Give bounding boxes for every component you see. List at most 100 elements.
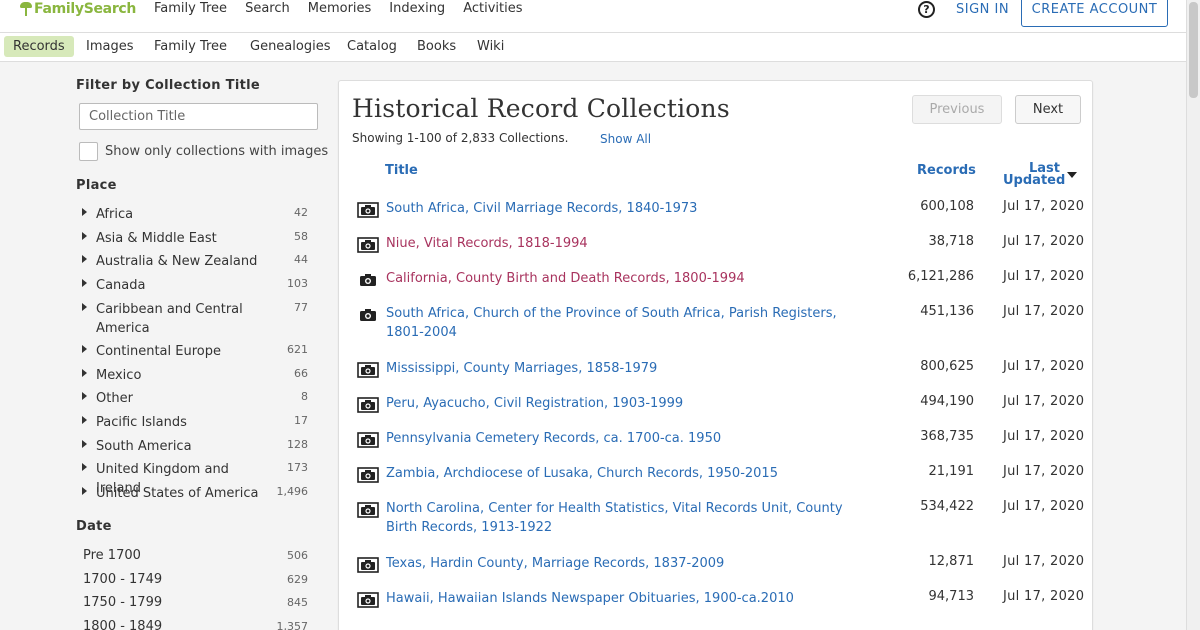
page-scrollbar[interactable] <box>1186 0 1200 630</box>
date-heading: Date <box>76 519 112 534</box>
place-count: 128 <box>287 438 308 451</box>
collections-panel: Historical Record Collections Previous N… <box>338 80 1093 630</box>
collection-title-link[interactable]: Peru, Ayacucho, Civil Registration, 1903… <box>386 394 876 413</box>
expand-icon <box>82 416 87 424</box>
record-count: 368,735 <box>920 429 974 444</box>
record-count: 12,871 <box>928 554 975 569</box>
date-count: 506 <box>287 549 308 562</box>
collection-title-link[interactable]: Zambia, Archdiocese of Lusaka, Church Re… <box>386 464 876 483</box>
images-only-toggle[interactable]: Show only collections with images <box>79 142 328 161</box>
collection-title-link[interactable]: Mississippi, County Marriages, 1858-1979 <box>386 359 876 378</box>
record-count: 494,190 <box>920 394 974 409</box>
camera-framed-icon <box>357 202 379 222</box>
record-count: 600,108 <box>920 199 974 214</box>
scrollbar-thumb[interactable] <box>1189 2 1198 98</box>
date-filter-item[interactable]: Pre 1700 506 <box>83 548 308 563</box>
date-filter-item[interactable]: 1700 - 1749 629 <box>83 572 308 587</box>
place-name: Continental Europe <box>96 344 221 359</box>
date-count: 845 <box>287 596 308 609</box>
place-name: Australia & New Zealand <box>96 254 258 269</box>
place-count: 173 <box>287 461 308 474</box>
expand-icon <box>82 440 87 448</box>
last-updated-date: Jul 17, 2020 <box>1003 269 1085 284</box>
place-count: 44 <box>294 253 308 266</box>
collection-title-filter-input[interactable] <box>79 103 318 130</box>
create-account-button[interactable]: CREATE ACCOUNT <box>1021 0 1168 27</box>
subnav-wiki[interactable]: Wiki <box>477 39 504 54</box>
camera-framed-icon <box>357 467 379 487</box>
sort-descending-icon[interactable] <box>1067 172 1077 178</box>
subnav-genealogies[interactable]: Genealogies <box>250 39 330 54</box>
place-count: 103 <box>287 277 308 290</box>
nav-family-tree[interactable]: Family Tree <box>154 1 227 16</box>
top-navigation-bar: FamilySearch Family Tree Search Memories… <box>0 0 1186 33</box>
camera-framed-icon <box>357 432 379 452</box>
column-header-title[interactable]: Title <box>385 163 418 178</box>
search-sub-nav: Records Images Family Tree Genealogies C… <box>0 33 1186 62</box>
camera-framed-icon <box>357 502 379 522</box>
date-filter-item[interactable]: 1800 - 1849 1,357 <box>83 619 308 630</box>
collection-title-link[interactable]: Niue, Vital Records, 1818-1994 <box>386 234 876 253</box>
sign-in-link[interactable]: SIGN IN <box>956 2 1009 17</box>
last-updated-date: Jul 17, 2020 <box>1003 499 1085 514</box>
expand-icon <box>82 463 87 471</box>
place-heading: Place <box>76 178 117 193</box>
place-name: Canada <box>96 278 146 293</box>
place-name: Africa <box>96 207 134 222</box>
collection-title-link[interactable]: Pennsylvania Cemetery Records, ca. 1700-… <box>386 429 876 448</box>
collection-title-link[interactable]: Hawaii, Hawaiian Islands Newspaper Obitu… <box>386 589 876 608</box>
camera-framed-icon <box>357 237 379 257</box>
results-count: Showing 1-100 of 2,833 Collections. <box>352 131 569 145</box>
date-count: 629 <box>287 573 308 586</box>
place-name: Asia & Middle East <box>96 231 217 246</box>
expand-icon <box>82 487 87 495</box>
nav-memories[interactable]: Memories <box>308 1 372 16</box>
camera-icon <box>357 272 379 292</box>
date-filter-item[interactable]: 1750 - 1799 845 <box>83 595 308 610</box>
primary-nav: Family Tree Search Memories Indexing Act… <box>154 1 541 16</box>
place-name: Mexico <box>96 368 142 383</box>
camera-framed-icon <box>357 362 379 382</box>
collection-title-link[interactable]: South Africa, Civil Marriage Records, 18… <box>386 199 876 218</box>
filter-heading: Filter by Collection Title <box>76 78 260 93</box>
subnav-records[interactable]: Records <box>4 36 74 57</box>
place-count: 58 <box>294 230 308 243</box>
next-page-button[interactable]: Next <box>1015 95 1081 124</box>
place-count: 8 <box>301 390 308 403</box>
tree-icon <box>20 2 32 16</box>
place-count: 621 <box>287 343 308 356</box>
collection-title-link[interactable]: Texas, Hardin County, Marriage Records, … <box>386 554 876 573</box>
subnav-images[interactable]: Images <box>86 39 134 54</box>
place-name: South America <box>96 439 192 454</box>
collection-title-link[interactable]: South Africa, Church of the Province of … <box>386 304 876 342</box>
date-range: 1700 - 1749 <box>83 572 163 587</box>
last-updated-date: Jul 17, 2020 <box>1003 429 1085 444</box>
nav-activities[interactable]: Activities <box>463 1 522 16</box>
help-icon[interactable]: ? <box>918 1 935 18</box>
place-name: Caribbean and Central America <box>96 302 243 336</box>
record-count: 451,136 <box>920 304 974 319</box>
collection-title-link[interactable]: North Carolina, Center for Health Statis… <box>386 499 876 537</box>
expand-icon <box>82 279 87 287</box>
collection-title-link[interactable]: California, County Birth and Death Recor… <box>386 269 876 288</box>
images-only-checkbox[interactable] <box>79 142 98 161</box>
last-updated-date: Jul 17, 2020 <box>1003 304 1085 319</box>
nav-indexing[interactable]: Indexing <box>389 1 445 16</box>
nav-search[interactable]: Search <box>245 1 290 16</box>
subnav-books[interactable]: Books <box>417 39 456 54</box>
expand-icon <box>82 255 87 263</box>
familysearch-logo[interactable]: FamilySearch <box>20 0 136 18</box>
last-updated-date: Jul 17, 2020 <box>1003 589 1085 604</box>
record-count: 6,121,286 <box>907 269 974 284</box>
place-name: United States of America <box>96 486 259 501</box>
filter-sidebar: Filter by Collection Title Show only col… <box>0 62 330 630</box>
column-header-last-updated[interactable]: Last Updated <box>1003 162 1065 187</box>
place-count: 77 <box>294 301 308 314</box>
subnav-family-tree[interactable]: Family Tree <box>154 39 227 54</box>
record-count: 21,191 <box>928 464 975 479</box>
previous-page-button[interactable]: Previous <box>912 95 1002 124</box>
column-header-records[interactable]: Records <box>917 163 976 178</box>
subnav-catalog[interactable]: Catalog <box>347 39 397 54</box>
expand-icon <box>82 208 87 216</box>
show-all-link[interactable]: Show All <box>600 132 651 146</box>
